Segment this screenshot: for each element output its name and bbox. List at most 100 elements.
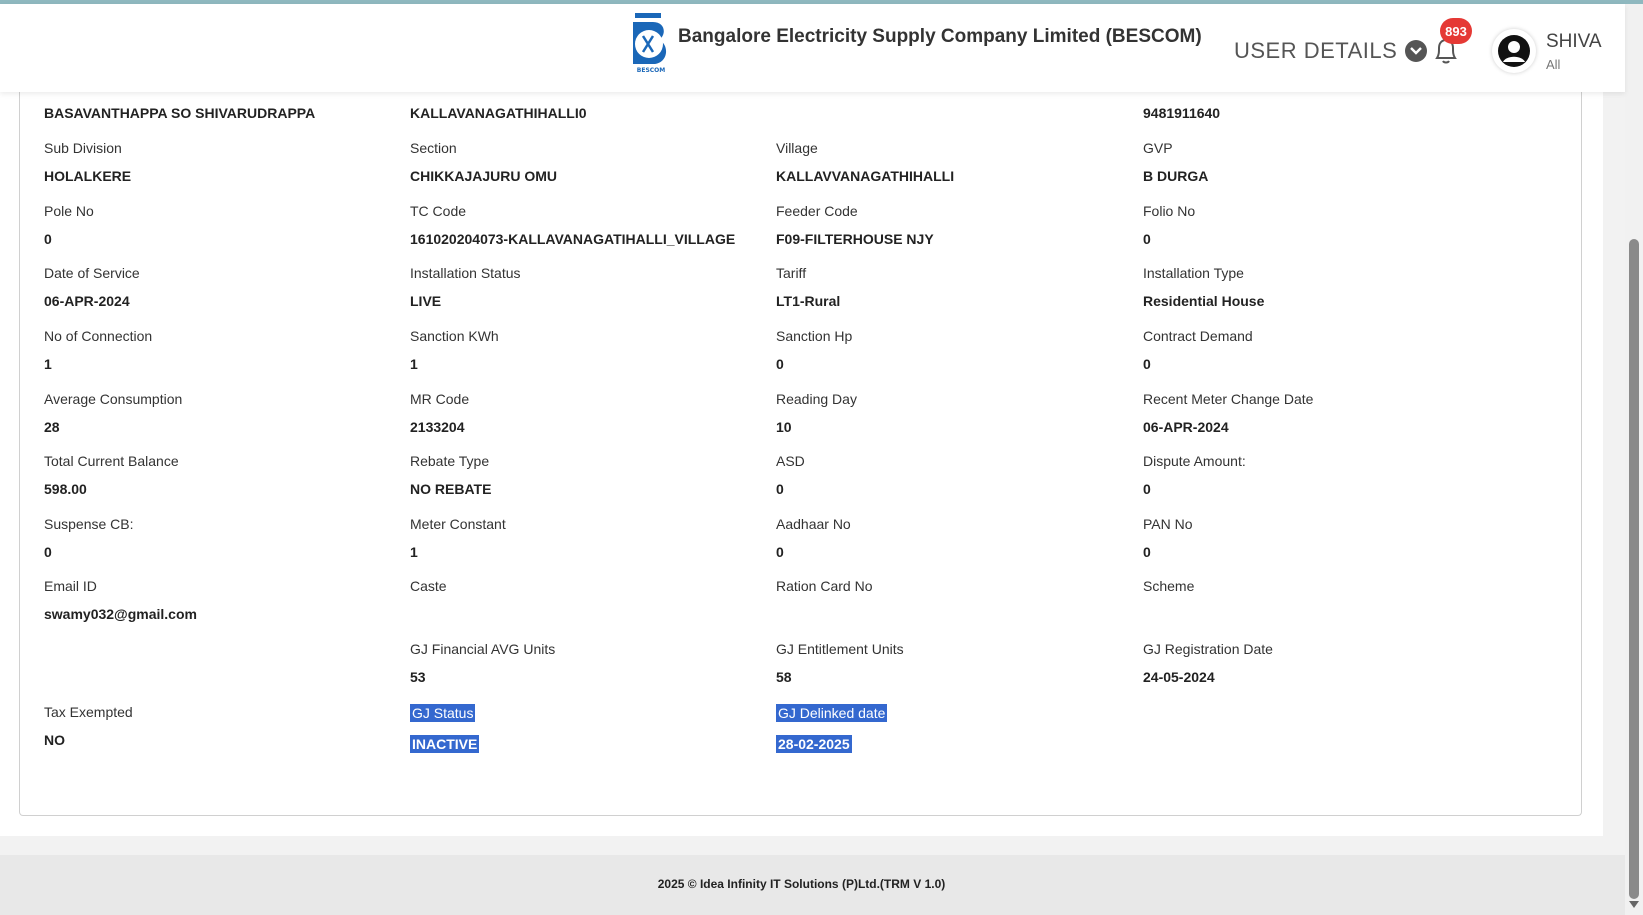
field-value: B DURGA — [1143, 168, 1209, 184]
main-content: BASAVANTHAPPA SO SHIVARUDRAPPA KALLAVANA… — [0, 92, 1603, 836]
consumer-details-card: BASAVANTHAPPA SO SHIVARUDRAPPA KALLAVANA… — [19, 92, 1582, 816]
field-value: 28 — [44, 419, 60, 435]
field-label: Installation Status — [410, 265, 521, 281]
detail-cell: Village KALLAVVANAGATHIHALLI — [776, 140, 1160, 186]
bescom-logo: BESCOM — [629, 12, 673, 74]
detail-cell: Section CHIKKAJAJURU OMU — [410, 140, 794, 186]
field-label: Tariff — [776, 265, 807, 281]
field-label: Suspense CB: — [44, 516, 134, 532]
detail-cell: Recent Meter Change Date 06-APR-2024 — [1143, 391, 1527, 437]
field-label: Contract Demand — [1143, 328, 1253, 344]
field-label: GVP — [1143, 140, 1173, 156]
user-avatar[interactable] — [1492, 29, 1536, 73]
field-label: Tax Exempted — [44, 704, 133, 720]
detail-cell: Aadhaar No 0 — [776, 516, 1160, 562]
field-label: Folio No — [1143, 203, 1196, 219]
app-header: BESCOM Bangalore Electricity Supply Comp… — [0, 4, 1625, 92]
field-label: TC Code — [410, 203, 467, 219]
field-label: Installation Type — [1143, 265, 1244, 281]
field-value: HOLALKERE — [44, 168, 132, 184]
detail-cell: GJ Entitlement Units 58 — [776, 641, 1160, 687]
field-value: 0 — [1143, 544, 1151, 560]
field-value: 53 — [410, 669, 426, 685]
field-label: Email ID — [44, 578, 97, 594]
svg-text:BESCOM: BESCOM — [637, 67, 665, 74]
field-value: 24-05-2024 — [1143, 669, 1215, 685]
field-value — [410, 606, 794, 624]
vertical-scrollbar[interactable] — [1625, 4, 1643, 915]
field-value: 598.00 — [44, 481, 87, 497]
field-label: PAN No — [1143, 516, 1193, 532]
detail-cell: GJ Status INACTIVE — [410, 704, 794, 753]
detail-cell: Dispute Amount: 0 — [1143, 453, 1527, 499]
field-value: 1 — [410, 356, 418, 372]
field-label: Aadhaar No — [776, 516, 851, 532]
field-label: GJ Financial AVG Units — [410, 641, 556, 657]
detail-cell: Installation Status LIVE — [410, 265, 794, 311]
field-value: NO REBATE — [410, 481, 492, 497]
detail-cell: MR Code 2133204 — [410, 391, 794, 437]
detail-cell: Rebate Type NO REBATE — [410, 453, 794, 499]
detail-cell: Tariff LT1-Rural — [776, 265, 1160, 311]
detail-cell: Average Consumption 28 — [44, 391, 428, 437]
scrollbar-thumb[interactable] — [1629, 239, 1639, 899]
detail-cell: 9481911640 — [1143, 105, 1527, 123]
field-value: KALLAVVANAGATHIHALLI — [776, 168, 955, 184]
field-value: 1 — [44, 356, 52, 372]
field-label: Sub Division — [44, 140, 122, 156]
user-details-dropdown[interactable]: USER DETAILS — [1234, 38, 1428, 64]
field-label: Scheme — [1143, 578, 1195, 594]
field-label: Date of Service — [44, 265, 140, 281]
detail-cell: Sanction Hp 0 — [776, 328, 1160, 374]
field-label: Average Consumption — [44, 391, 183, 407]
detail-cell: Suspense CB: 0 — [44, 516, 428, 562]
field-value — [1143, 716, 1527, 734]
field-label: Section — [410, 140, 457, 156]
field-label: No of Connection — [44, 328, 153, 344]
field-value: 161020204073-KALLAVANAGATIHALLI_VILLAGE — [410, 231, 736, 247]
field-value — [44, 653, 428, 671]
scroll-down-arrow-icon[interactable] — [1629, 901, 1639, 908]
field-value: NO — [44, 732, 65, 748]
field-label: ASD — [776, 453, 805, 469]
detail-cell: Email ID swamy032@gmail.com — [44, 578, 428, 624]
field-label: Feeder Code — [776, 203, 858, 219]
detail-cell: Contract Demand 0 — [1143, 328, 1527, 374]
detail-cell: Ration Card No — [776, 578, 1160, 624]
footer-copyright: 2025 © Idea Infinity IT Solutions (P)Ltd… — [657, 877, 946, 891]
field-label: Dispute Amount: — [1143, 453, 1246, 469]
field-value: 2133204 — [410, 419, 465, 435]
user-role: All — [1546, 57, 1561, 72]
field-value: LIVE — [410, 293, 442, 309]
field-label: GJ Status — [410, 704, 476, 722]
field-label: Recent Meter Change Date — [1143, 391, 1314, 407]
detail-cell: GVP B DURGA — [1143, 140, 1527, 186]
detail-cell: Reading Day 10 — [776, 391, 1160, 437]
field-value: 0 — [1143, 481, 1151, 497]
field-value: 58 — [776, 669, 792, 685]
detail-cell: GJ Financial AVG Units 53 — [410, 641, 794, 687]
user-details-label: USER DETAILS — [1234, 38, 1398, 63]
detail-cell: Sanction KWh 1 — [410, 328, 794, 374]
field-label: GJ Registration Date — [1143, 641, 1273, 657]
field-label: Total Current Balance — [44, 453, 179, 469]
detail-cell: PAN No 0 — [1143, 516, 1527, 562]
field-label: Ration Card No — [776, 578, 873, 594]
field-label: Pole No — [44, 203, 94, 219]
field-value: LT1-Rural — [776, 293, 841, 309]
field-label: Sanction KWh — [410, 328, 499, 344]
notification-badge: 893 — [1440, 18, 1472, 44]
detail-cell: BASAVANTHAPPA SO SHIVARUDRAPPA — [44, 105, 428, 123]
detail-cell: Tax Exempted NO — [44, 704, 428, 750]
field-value: 0 — [776, 544, 784, 560]
field-label: Rebate Type — [410, 453, 490, 469]
field-value: 0 — [776, 481, 784, 497]
detail-cell: TC Code 161020204073-KALLAVANAGATIHALLI_V… — [410, 203, 794, 249]
field-label: Sanction Hp — [776, 328, 853, 344]
field-value: F09-FILTERHOUSE NJY — [776, 231, 934, 247]
field-value: 0 — [776, 356, 784, 372]
field-label: Reading Day — [776, 391, 857, 407]
detail-cell: GJ Delinked date 28-02-2025 — [776, 704, 1160, 753]
field-value: 1 — [410, 544, 418, 560]
field-label: GJ Delinked date — [776, 704, 888, 722]
